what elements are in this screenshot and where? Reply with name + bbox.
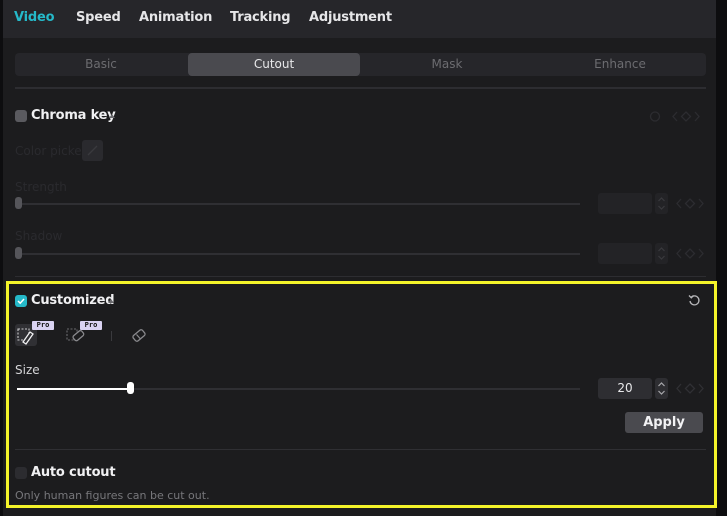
tab-speed[interactable]: Speed	[76, 10, 121, 25]
divider	[15, 87, 706, 89]
sub-tab-bar: Basic Cutout Mask Enhance	[15, 53, 706, 76]
keyframe-diamond-icon	[684, 383, 696, 394]
tab-adjustment[interactable]: Adjustment	[309, 10, 392, 25]
tab-video[interactable]: Video	[14, 10, 55, 25]
shadow-slider-thumb[interactable]	[15, 247, 22, 259]
reset-icon[interactable]	[688, 294, 701, 307]
collapse-caret-icon[interactable]	[108, 299, 114, 303]
tab-animation[interactable]: Animation	[139, 10, 212, 25]
subtab-cutout[interactable]: Cutout	[188, 53, 360, 76]
tool-separator	[111, 331, 112, 341]
reset-icon	[649, 111, 661, 122]
top-tab-bar: Video Speed Animation Tracking Adjustmen…	[3, 0, 716, 38]
prev-keyframe-icon	[672, 111, 678, 122]
properties-panel: Video Speed Animation Tracking Adjustmen…	[3, 0, 716, 516]
strength-slider-track[interactable]	[17, 203, 580, 205]
prev-keyframe-icon	[676, 383, 682, 394]
eraser-tool[interactable]	[128, 324, 150, 346]
auto-cutout-title: Auto cutout	[31, 465, 116, 480]
subtab-enhance[interactable]: Enhance	[534, 53, 706, 76]
auto-cutout-checkbox[interactable]	[15, 467, 27, 479]
next-keyframe-icon	[694, 111, 700, 122]
shadow-label: Shadow	[15, 229, 63, 243]
pro-badge: Pro	[32, 321, 54, 330]
chroma-key-checkbox[interactable]	[15, 110, 27, 122]
strength-label: Strength	[15, 180, 67, 194]
tab-tracking[interactable]: Tracking	[230, 10, 291, 25]
collapse-caret-icon[interactable]	[109, 114, 115, 118]
size-label: Size	[15, 363, 40, 377]
strength-stepper[interactable]	[655, 193, 668, 214]
customized-checkbox[interactable]	[15, 295, 27, 307]
divider	[15, 449, 706, 450]
shadow-stepper[interactable]	[655, 243, 668, 264]
strength-keyframe-controls	[676, 198, 704, 209]
shadow-slider-track[interactable]	[17, 253, 580, 255]
eraser-icon	[132, 329, 146, 342]
size-stepper[interactable]	[655, 378, 668, 399]
keyframe-diamond-icon	[680, 111, 692, 122]
pro-badge: Pro	[80, 321, 102, 330]
color-picker-label: Color picker	[15, 144, 87, 158]
color-picker-button[interactable]	[82, 140, 103, 161]
subtab-mask[interactable]: Mask	[361, 53, 533, 76]
strength-slider-thumb[interactable]	[15, 197, 22, 209]
apply-button[interactable]: Apply	[625, 412, 703, 433]
auto-cutout-hint: Only human figures can be cut out.	[15, 489, 210, 502]
shadow-input[interactable]	[598, 243, 652, 264]
shadow-keyframe-controls	[676, 248, 704, 259]
size-slider-thumb[interactable]	[126, 382, 134, 394]
strength-input[interactable]	[598, 193, 652, 214]
customized-title: Customized	[31, 293, 115, 308]
subtab-basic[interactable]: Basic	[15, 53, 187, 76]
divider	[15, 276, 706, 277]
chroma-keyframe-controls	[649, 111, 700, 122]
size-input[interactable]: 20	[598, 378, 652, 399]
stepper-arrows-icon	[658, 382, 665, 395]
size-slider-fill	[17, 388, 130, 390]
next-keyframe-icon	[698, 383, 704, 394]
size-keyframe-controls	[676, 383, 704, 394]
chroma-key-title: Chroma key	[31, 108, 116, 123]
